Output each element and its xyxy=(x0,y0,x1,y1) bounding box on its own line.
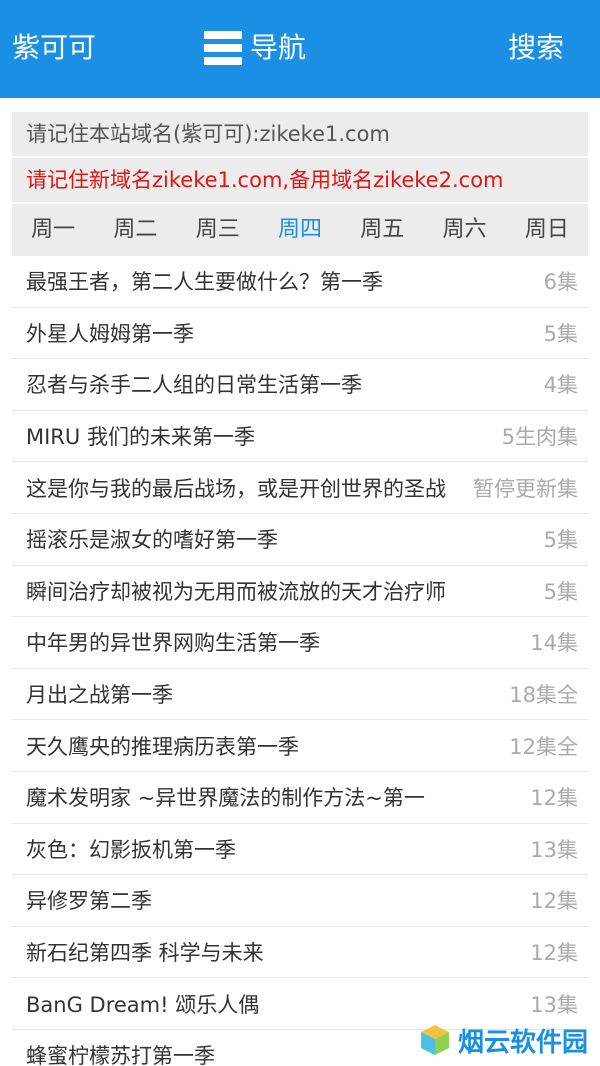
item-title: 摇滚乐是淑女的嗜好第一季 xyxy=(26,528,278,553)
item-episode-count: 6集 xyxy=(543,270,578,295)
search-button[interactable]: 搜索 xyxy=(508,28,564,68)
item-episode-count: 12集 xyxy=(530,889,578,914)
top-header: 紫可可 导航 搜索 xyxy=(0,0,600,98)
list-item[interactable]: 异修罗第二季 12集 xyxy=(12,875,588,927)
item-title: 最强王者，第二人生要做什么？第一季 xyxy=(26,270,383,295)
domain-notice: 请记住本站域名(紫可可):zikeke1.com xyxy=(12,112,588,156)
list-item[interactable]: 最强王者，第二人生要做什么？第一季 6集 xyxy=(12,256,588,308)
item-title: 外星人姆姆第一季 xyxy=(26,321,194,346)
list-item[interactable]: 灰色：幻影扳机第一季 13集 xyxy=(12,824,588,876)
item-title: 忍者与杀手二人组的日常生活第一季 xyxy=(26,373,362,398)
item-title: 月出之战第一季 xyxy=(26,683,173,708)
item-title: 魔术发明家 ~异世界魔法的制作方法~第一 xyxy=(26,786,425,811)
watermark-text: 烟云软件园 xyxy=(457,1027,588,1058)
item-episode-count: 5集 xyxy=(543,528,578,553)
tab-day-5[interactable]: 周五 xyxy=(341,204,423,256)
item-title: 瞬间治疗却被视为无用而被流放的天才治疗师 xyxy=(26,579,446,604)
item-episode-count: 14集 xyxy=(530,631,578,656)
list-item[interactable]: 月出之战第一季 18集全 xyxy=(12,669,588,721)
list-item[interactable]: 摇滚乐是淑女的嗜好第一季 5集 xyxy=(12,514,588,566)
item-episode-count: 13集 xyxy=(530,837,578,862)
item-title: 天久鹰央的推理病历表第一季 xyxy=(26,734,299,759)
item-episode-count: 暂停更新集 xyxy=(473,476,578,501)
anime-list: 最强王者，第二人生要做什么？第一季 6集 外星人姆姆第一季 5集 忍者与杀手二人组的日常… xyxy=(12,256,588,1066)
cube-logo-icon xyxy=(420,1025,449,1055)
list-item[interactable]: 中年男的异世界网购生活第一季 14集 xyxy=(12,617,588,669)
item-episode-count: 5集 xyxy=(543,579,578,604)
tab-day-3[interactable]: 周三 xyxy=(177,204,259,256)
item-episode-count: 13集 xyxy=(530,992,578,1017)
menu-icon xyxy=(204,31,242,65)
item-episode-count: 5生肉集 xyxy=(501,425,578,450)
item-episode-count: 12集全 xyxy=(509,734,578,759)
item-title: 中年男的异世界网购生活第一季 xyxy=(26,631,320,656)
tab-day-2[interactable]: 周二 xyxy=(94,204,176,256)
nav-button[interactable]: 导航 xyxy=(204,28,306,68)
new-domain-notice: 请记住新域名zikeke1.com,备用域名zikeke2.com xyxy=(12,158,588,202)
list-item[interactable]: 魔术发明家 ~异世界魔法的制作方法~第一 12集 xyxy=(12,772,588,824)
item-title: 异修罗第二季 xyxy=(26,889,152,914)
tab-day-7[interactable]: 周日 xyxy=(506,204,588,256)
item-title: 灰色：幻影扳机第一季 xyxy=(26,837,236,862)
list-item[interactable]: 忍者与杀手二人组的日常生活第一季 4集 xyxy=(12,359,588,411)
item-title: 新石纪第四季 科学与未来 xyxy=(26,941,264,966)
item-episode-count: 12集 xyxy=(530,941,578,966)
item-title: 这是你与我的最后战场，或是开创世界的圣战 xyxy=(26,476,446,501)
item-episode-count: 18集全 xyxy=(509,683,578,708)
tab-day-6[interactable]: 周六 xyxy=(423,204,505,256)
tab-day-4[interactable]: 周四 xyxy=(259,204,341,256)
weekday-tabs: 周一 周二 周三 周四 周五 周六 周日 xyxy=(12,204,588,256)
list-item[interactable]: 外星人姆姆第一季 5集 xyxy=(12,308,588,360)
list-item[interactable]: 天久鹰央的推理病历表第一季 12集全 xyxy=(12,720,588,772)
watermark: 烟云软件园 xyxy=(418,1020,588,1060)
site-brand[interactable]: 紫可可 xyxy=(12,28,96,68)
list-item[interactable]: 瞬间治疗却被视为无用而被流放的天才治疗师 5集 xyxy=(12,566,588,618)
item-title: MIRU 我们的未来第一季 xyxy=(26,425,255,450)
item-episode-count: 4集 xyxy=(543,373,578,398)
nav-label: 导航 xyxy=(250,31,307,64)
list-item[interactable]: 这是你与我的最后战场，或是开创世界的圣战 暂停更新集 xyxy=(12,462,588,514)
item-episode-count: 12集 xyxy=(530,786,578,811)
tab-day-1[interactable]: 周一 xyxy=(12,204,94,256)
list-item[interactable]: 新石纪第四季 科学与未来 12集 xyxy=(12,927,588,979)
list-item[interactable]: MIRU 我们的未来第一季 5生肉集 xyxy=(12,411,588,463)
item-episode-count: 5集 xyxy=(543,321,578,346)
item-title: BanG Dream! 颂乐人偶 xyxy=(26,992,260,1017)
